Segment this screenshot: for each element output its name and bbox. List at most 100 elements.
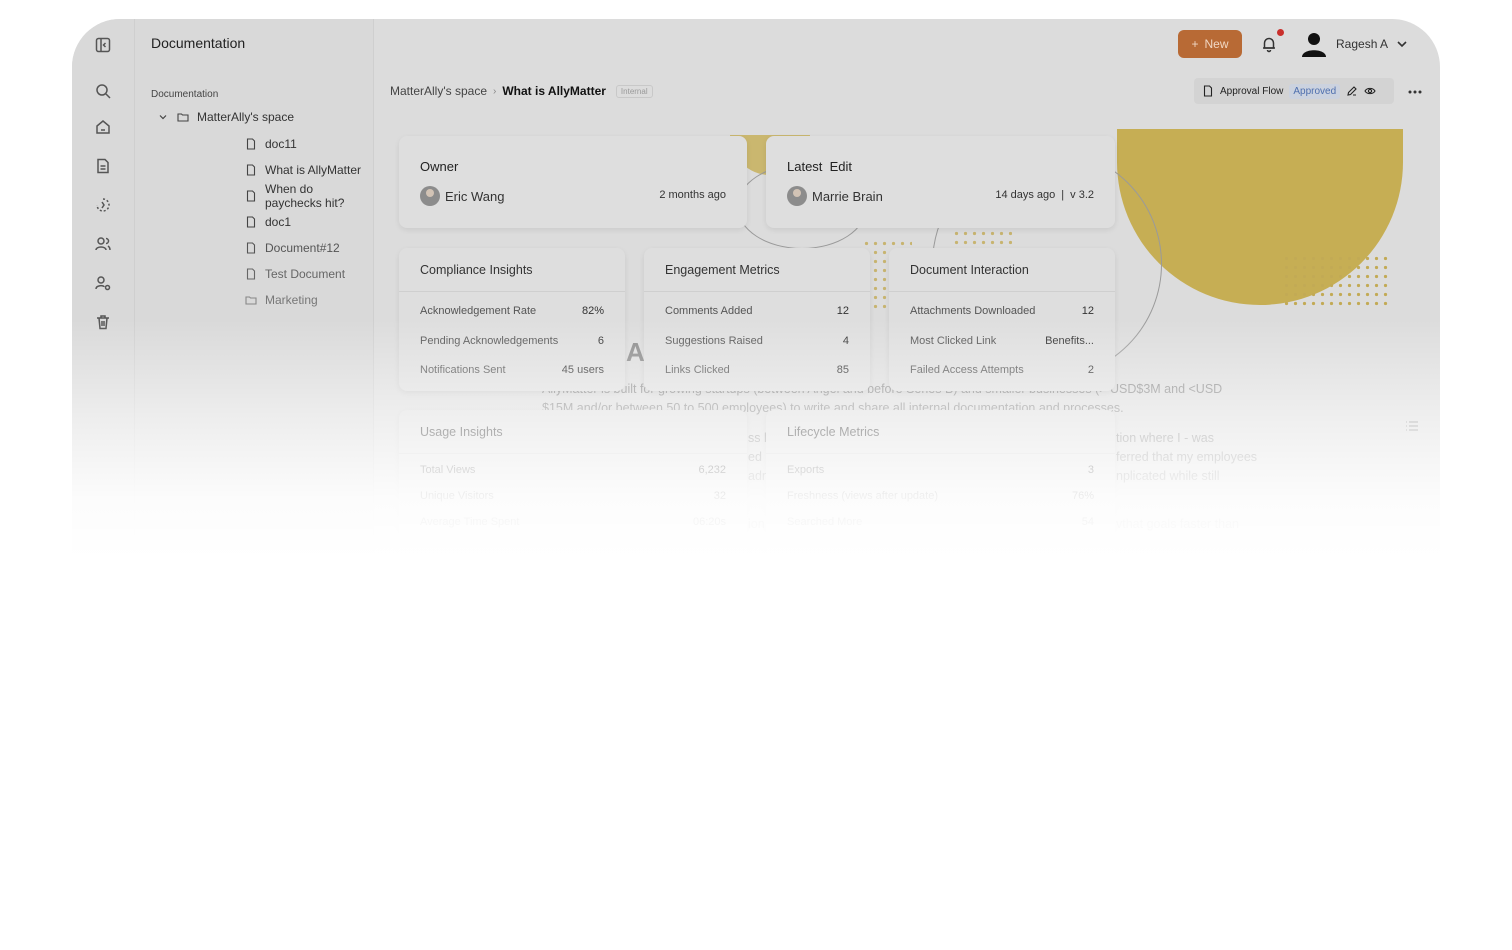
editor-person[interactable]: Marrie Brain	[787, 186, 883, 206]
search-icon[interactable]	[94, 82, 112, 100]
metric-row: Pending Acknowledgements 6	[420, 335, 604, 347]
tree-item-doc1[interactable]: doc1	[245, 213, 291, 231]
user-name[interactable]: Ragesh A	[1336, 37, 1388, 51]
usage-insights-card: Usage Insights Total Views 6,232 Unique V…	[399, 410, 747, 579]
metric-value: 85	[836, 364, 849, 376]
metric-value: 45 users	[561, 364, 604, 376]
activity-icon[interactable]	[94, 196, 112, 214]
user-avatar-icon[interactable]	[1299, 29, 1329, 59]
metric-label: Searched More	[787, 516, 863, 528]
owner-avatar	[420, 186, 440, 206]
metric-label: Failed Access Attempts	[910, 364, 1024, 376]
documentation-sidebar: Documentation Documentation MatterAlly's…	[135, 19, 374, 579]
doc-paragraph-line: nplicated while still	[1116, 469, 1220, 483]
bell-icon[interactable]	[1260, 35, 1278, 53]
icon-rail	[72, 19, 135, 579]
metric-label: Links Clicked	[665, 364, 730, 376]
metric-row: Comments Added 12	[665, 305, 849, 317]
compliance-insights-card: Compliance Insights Acknowledgement Rate…	[399, 248, 625, 391]
owner-card-title: Owner	[420, 159, 459, 174]
breadcrumb-space[interactable]: MatterAlly's space	[390, 84, 487, 98]
metric-row: Unique Visitors 32	[420, 490, 726, 502]
metric-row: Searched More 54	[787, 516, 1094, 528]
breadcrumb-current: What is AllyMatter	[502, 84, 606, 98]
metric-label: Most Clicked Link	[910, 335, 997, 347]
divider	[399, 291, 625, 292]
more-options-icon[interactable]	[1407, 85, 1423, 97]
metric-value: 32	[713, 490, 726, 502]
tree-item-document12[interactable]: Document#12	[245, 239, 340, 257]
metric-label: Unique Visitors	[420, 490, 494, 502]
approval-flow-bar[interactable]: Approval Flow Approved	[1194, 78, 1394, 104]
plus-icon: +	[1191, 37, 1199, 51]
edit-time: 14 days ago	[995, 189, 1056, 201]
edit-icon[interactable]	[1346, 85, 1358, 97]
tree-item-doc11[interactable]: doc11	[245, 135, 297, 153]
divider	[644, 291, 870, 292]
tree-item-what-is-allymatter[interactable]: What is AllyMatter	[245, 161, 361, 179]
new-button-label: New	[1204, 37, 1229, 51]
breadcrumb-separator-icon: ›	[493, 85, 497, 97]
user-settings-icon[interactable]	[94, 274, 112, 292]
card-title: Usage Insights	[420, 425, 503, 439]
metric-label: Average Time Spent	[420, 516, 520, 528]
doc-paragraph-line: ferred that my employees	[1116, 450, 1258, 464]
new-button[interactable]: + New	[1178, 30, 1242, 58]
notification-dot	[1277, 29, 1284, 36]
chevron-down-icon[interactable]	[1396, 37, 1408, 49]
tree-item-label: What is AllyMatter	[265, 163, 362, 177]
file-icon	[246, 216, 256, 228]
metric-value: 54	[1081, 516, 1094, 528]
owner-name: Eric Wang	[445, 188, 505, 204]
latest-edit-title: Latest Edit	[787, 159, 853, 174]
metric-label: Attachments Downloaded	[910, 305, 1036, 317]
eye-icon[interactable]	[1364, 85, 1376, 97]
editor-avatar	[787, 186, 807, 206]
tree-item-label: Marketing	[265, 293, 318, 307]
card-title: Document Interaction	[910, 263, 1029, 277]
card-title: Compliance Insights	[420, 263, 533, 277]
metric-label: Suggestions Raised	[665, 335, 763, 347]
doc-paragraph-line: vthat goals faster than	[1116, 517, 1239, 531]
metric-value[interactable]: Benefits...	[1045, 335, 1094, 347]
metric-value: 2	[1087, 364, 1094, 376]
file-icon	[246, 242, 256, 254]
file-icon	[1203, 85, 1213, 97]
separator: |	[1061, 189, 1065, 201]
tree-item-test-document[interactable]: Test Document	[245, 265, 345, 283]
file-icon	[246, 138, 256, 150]
doc-heading: A	[626, 337, 645, 367]
section-label: Documentation	[151, 89, 219, 100]
owner-time: 2 months ago	[659, 189, 726, 201]
home-icon[interactable]	[94, 118, 112, 136]
metric-label: Exports	[787, 464, 825, 476]
tree-item-label: Test Document	[265, 267, 346, 281]
document-icon[interactable]	[94, 157, 112, 175]
tree-space-matterally[interactable]: MatterAlly's space	[157, 108, 294, 126]
owner-person[interactable]: Eric Wang	[420, 186, 504, 206]
tree-space-label: MatterAlly's space	[197, 110, 294, 124]
tree-item-label: doc11	[265, 137, 297, 151]
metric-value: 6	[597, 335, 604, 347]
metric-value: 82%	[581, 305, 604, 317]
tree-item-label: doc1	[265, 215, 292, 229]
doc-paragraph-line: tion where I - was	[1116, 431, 1214, 445]
tree-item-paychecks[interactable]: When do paychecks hit?	[245, 182, 373, 210]
table-of-contents-icon[interactable]	[1405, 419, 1419, 431]
version-label[interactable]: v 3.2	[1070, 189, 1094, 201]
users-icon[interactable]	[94, 235, 112, 253]
metric-label: Notifications Sent	[420, 364, 506, 376]
file-icon	[246, 190, 256, 202]
card-title: Engagement Metrics	[665, 263, 780, 277]
tree-item-label: Document#12	[265, 241, 340, 255]
trash-icon[interactable]	[94, 313, 112, 331]
approval-flow-label: Approval Flow	[1220, 85, 1284, 97]
decorative-dots	[1282, 254, 1392, 309]
sidebar-title: Documentation	[151, 35, 246, 51]
collapse-sidebar-icon[interactable]	[94, 36, 112, 54]
tree-item-marketing[interactable]: Marketing	[245, 291, 318, 309]
metric-row: Average Time Spent 06:20s	[420, 516, 726, 528]
metric-row: Total Views 6,232	[420, 464, 726, 476]
metric-row: Links Clicked 85	[665, 364, 849, 376]
metric-value: 3	[1087, 464, 1094, 476]
